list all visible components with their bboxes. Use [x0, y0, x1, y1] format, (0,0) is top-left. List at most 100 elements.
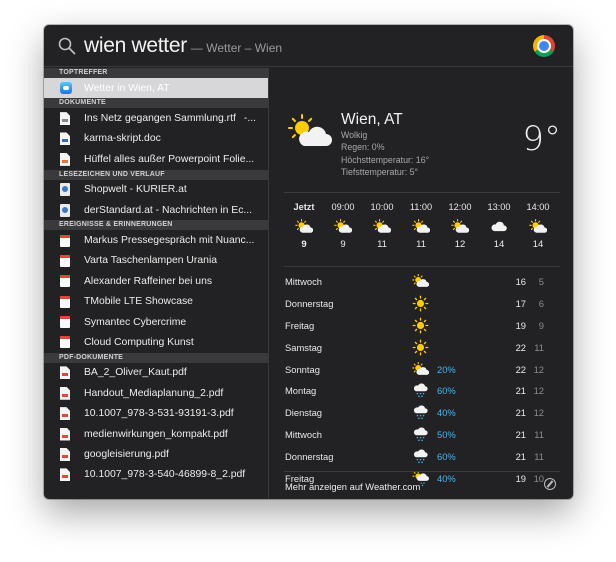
rain-icon [412, 448, 429, 467]
hour-label: 14:00 [526, 202, 550, 212]
result-item[interactable]: TMobile LTE Showcase [44, 292, 268, 312]
search-bar[interactable]: wien wetter — Wetter – Wien [44, 25, 573, 67]
low-temperature: 9 [538, 319, 544, 331]
search-input[interactable]: wien wetter — Wetter – Wien [84, 34, 282, 58]
result-item[interactable]: Hüffel alles außer Powerpoint Folie... [44, 149, 268, 169]
result-item[interactable]: Varta Taschenlampen Urania [44, 251, 268, 271]
partly-sunny-icon [286, 218, 322, 236]
rain-probability: 60% [437, 385, 456, 397]
calendar-event-icon [60, 234, 70, 247]
weather-low: Tiefsttemperatur: 5° [341, 166, 419, 177]
result-item-label: karma-skript.doc [84, 133, 161, 145]
calendar-event-icon [60, 316, 70, 329]
result-item-label: medienwirkungen_kompakt.pdf [84, 428, 228, 440]
weather-city: Wien, AT [341, 111, 403, 128]
more-on-weather-link[interactable]: Mehr anzeigen auf Weather.com [285, 481, 420, 492]
sun-icon [412, 339, 429, 358]
daily-forecast-row: Donnerstag 17 6 [284, 292, 560, 314]
low-temperature: 11 [534, 429, 544, 441]
high-temperature: 21 [515, 429, 526, 441]
result-item-label: Alexander Raffeiner bei uns [84, 275, 213, 287]
pdf-document-icon [60, 427, 70, 441]
result-item[interactable]: 10.1007_978-3-540-46899-8_2.pdf [44, 465, 268, 485]
weather-app-icon [60, 82, 72, 95]
sun-icon [412, 317, 429, 336]
result-item-label: Shopwelt - KURIER.at [84, 184, 187, 196]
result-item[interactable]: Handout_Mediaplanung_2.pdf [44, 383, 268, 403]
result-item[interactable]: karma-skript.doc [44, 129, 268, 149]
high-temperature: 22 [515, 363, 526, 375]
webpage-icon [60, 203, 70, 217]
weather-rain: Regen: 0% [341, 142, 385, 153]
rtf-document-icon [60, 112, 70, 126]
pdf-document-icon [60, 468, 70, 482]
hour-temperature: 11 [416, 239, 426, 250]
weather-details: Wolkig Regen: 0% Höchsttemperatur: 16° T… [341, 129, 429, 178]
result-item[interactable]: Symantec Cybercrime [44, 312, 268, 332]
hourly-forecast: Jetzt 9 09:00 9 10:00 11 11:00 11 12:00 12 13:00 14… [284, 192, 560, 267]
hour-temperature: 9 [301, 239, 307, 250]
result-item[interactable]: derStandard.at - Nachrichten in Ec... [44, 200, 268, 220]
result-item[interactable]: Ins Netz gegangen Sammlung.rtf -... [44, 108, 268, 128]
hourly-forecast-item: 10:00 11 [364, 193, 400, 250]
result-item-label: googleisierung.pdf [84, 448, 169, 460]
partly-sunny-icon [520, 218, 556, 236]
rain-icon [412, 426, 429, 445]
result-item[interactable]: medienwirkungen_kompakt.pdf [44, 424, 268, 444]
result-item-label: Varta Taschenlampen Urania [84, 255, 218, 267]
hourly-forecast-item: 11:00 11 [403, 193, 439, 250]
result-item[interactable]: Cloud Computing Kunst [44, 332, 268, 352]
compass-icon[interactable] [544, 478, 556, 490]
result-item[interactable]: Wetter in Wien, AT [44, 78, 268, 99]
day-name: Mittwoch [285, 429, 322, 441]
daily-forecast-row: Samstag 22 11 [284, 336, 560, 358]
partly-sunny-icon [403, 218, 439, 236]
calendar-event-icon [60, 295, 70, 308]
result-item-label: Ins Netz gegangen Sammlung.rtf [84, 113, 236, 125]
daily-forecast-row: Mittwoch 50% 21 11 [284, 423, 560, 445]
high-temperature: 19 [515, 319, 526, 331]
day-name: Freitag [285, 319, 315, 331]
day-name: Mittwoch [285, 276, 322, 287]
result-item-label: 10.1007_978-3-540-46899-8_2.pdf [84, 469, 246, 481]
daily-forecast-row: Donnerstag 60% 21 11 [284, 445, 560, 467]
high-temperature: 21 [515, 385, 526, 397]
hour-label: Jetzt [293, 202, 315, 212]
day-name: Donnerstag [285, 297, 334, 309]
result-item[interactable]: Markus Pressegespräch mit Nuanc... [44, 230, 268, 250]
rain-probability: 20% [437, 363, 456, 375]
search-query[interactable]: wien wetter [84, 34, 187, 57]
result-item-label: Markus Pressegespräch mit Nuanc... [84, 235, 255, 247]
result-item-label: derStandard.at - Nachrichten in Ec... [84, 204, 253, 216]
low-temperature: 11 [534, 451, 544, 463]
weather-high: Höchsttemperatur: 16° [341, 154, 430, 165]
weather-footer: Mehr anzeigen auf Weather.com [284, 471, 560, 499]
daily-forecast-row: Montag 60% 21 12 [284, 379, 560, 401]
high-temperature: 21 [515, 407, 526, 419]
result-item[interactable]: googleisierung.pdf [44, 444, 268, 464]
low-temperature: 12 [533, 363, 544, 375]
result-item-label: Hüffel alles außer Powerpoint Folie... [84, 153, 255, 165]
low-temperature: 6 [538, 297, 544, 309]
result-item[interactable]: BA_2_Oliver_Kaut.pdf [44, 363, 268, 383]
search-completion-hint: — Wetter – Wien [190, 41, 283, 55]
result-item[interactable]: 10.1007_978-3-531-93191-3.pdf [44, 403, 268, 423]
rain-icon [412, 404, 429, 423]
hour-label: 11:00 [409, 202, 433, 212]
current-temperature: 9° [522, 119, 561, 159]
ppt-document-icon [60, 152, 70, 166]
result-item[interactable]: Shopwelt - KURIER.at [44, 180, 268, 200]
chrome-icon[interactable] [533, 35, 555, 57]
result-item-location: -... [243, 113, 257, 125]
high-temperature: 21 [515, 451, 526, 463]
hourly-forecast-item: 14:00 14 [520, 193, 556, 250]
hourly-forecast-item: 12:00 12 [442, 193, 478, 250]
result-item[interactable]: Alexander Raffeiner bei uns [44, 271, 268, 291]
hour-temperature: 11 [377, 239, 387, 250]
cloud-icon [481, 218, 517, 236]
pdf-document-icon [60, 386, 70, 400]
hour-label: 10:00 [370, 202, 394, 212]
day-name: Montag [285, 385, 317, 397]
result-item-label: TMobile LTE Showcase [84, 296, 193, 308]
result-item-label: 10.1007_978-3-531-93191-3.pdf [84, 408, 234, 420]
